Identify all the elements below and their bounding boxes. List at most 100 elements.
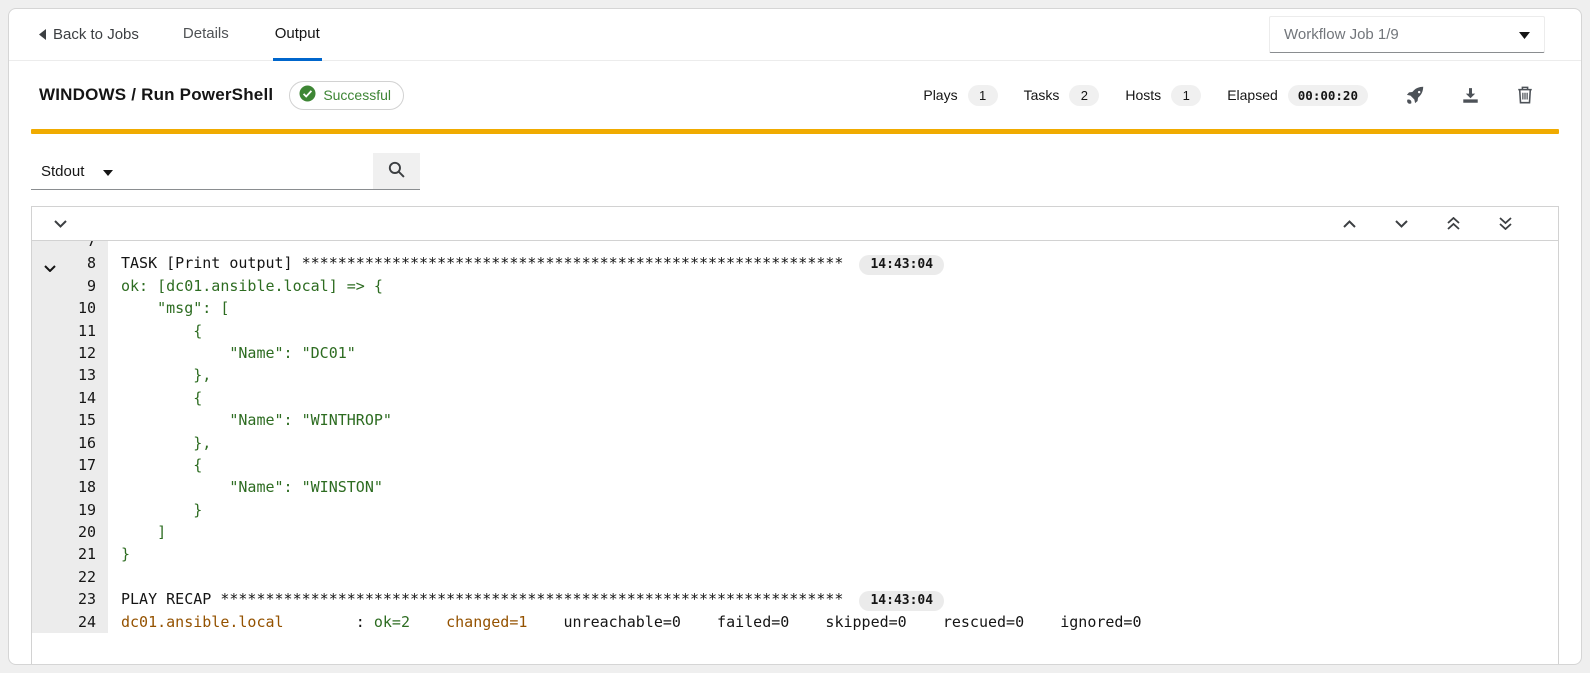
line-number[interactable]: 12 — [78, 344, 96, 362]
line-number[interactable]: 17 — [78, 456, 96, 474]
line-number[interactable]: 19 — [78, 501, 96, 519]
line-number[interactable]: 13 — [78, 366, 96, 384]
console-line: 10 "msg": [ — [32, 297, 1558, 319]
output-search-row: Stdout — [31, 153, 1559, 190]
job-output-page: Back to Jobs Details Output Workflow Job… — [8, 8, 1582, 665]
line-number[interactable]: 23 — [78, 590, 96, 608]
stat-elapsed-label: Elapsed — [1227, 87, 1278, 103]
chevron-down-icon — [54, 220, 67, 228]
console-line: 14 { — [32, 387, 1558, 409]
line-text: }, — [108, 432, 211, 454]
double-chevron-up-icon — [1447, 217, 1460, 230]
workflow-job-select[interactable]: Workflow Job 1/9 — [1269, 16, 1545, 53]
stat-tasks: Tasks 2 — [1024, 85, 1100, 106]
line-text: "Name": "DC01" — [108, 342, 356, 364]
line-number[interactable]: 14 — [78, 389, 96, 407]
line-text: { — [108, 387, 202, 409]
console-line: 13 }, — [32, 364, 1558, 386]
job-status-bar — [31, 129, 1559, 134]
delete-job-button[interactable] — [1513, 82, 1537, 108]
line-gutter: 21 — [32, 543, 108, 565]
download-icon — [1462, 87, 1479, 104]
scroll-controls — [1337, 214, 1518, 233]
line-gutter: 17 — [32, 454, 108, 476]
chevron-up-icon — [1343, 220, 1356, 228]
line-gutter: 9 — [32, 275, 108, 297]
back-to-jobs-label: Back to Jobs — [53, 26, 139, 43]
tab-output-label: Output — [275, 25, 320, 42]
line-gutter: 22 — [32, 566, 108, 588]
stat-tasks-label: Tasks — [1024, 87, 1060, 103]
line-number[interactable]: 9 — [87, 277, 96, 295]
line-gutter: 11 — [32, 320, 108, 342]
console-line: 23 PLAY RECAP ***************************… — [32, 588, 1558, 610]
console-line: 16 }, — [32, 432, 1558, 454]
caret-down-icon — [1519, 26, 1530, 43]
scroll-to-top-button[interactable] — [1441, 214, 1466, 233]
scroll-to-bottom-button[interactable] — [1493, 214, 1518, 233]
line-number[interactable]: 20 — [78, 523, 96, 541]
console-line: 24 dc01.ansible.local : ok=2 changed=1 un… — [32, 611, 1558, 633]
scroll-previous-button[interactable] — [1337, 217, 1362, 231]
line-text: "Name": "WINTHROP" — [108, 409, 392, 431]
stat-plays-label: Plays — [923, 87, 957, 103]
line-number[interactable]: 21 — [78, 545, 96, 563]
expand-collapse-all-button[interactable] — [48, 217, 73, 231]
line-number[interactable]: 16 — [78, 434, 96, 452]
line-text — [108, 566, 121, 588]
stdout-panel-toolbar — [32, 207, 1558, 241]
console-line: 19 } — [32, 499, 1558, 521]
check-circle-icon — [299, 85, 316, 105]
console-line: 18 "Name": "WINSTON" — [32, 476, 1558, 498]
stat-plays-count: 1 — [968, 85, 998, 106]
chevron-down-icon — [1395, 220, 1408, 228]
timestamp-badge: 14:43:04 — [859, 255, 944, 275]
line-text: }, — [108, 364, 211, 386]
line-gutter: 19 — [32, 499, 108, 521]
stat-hosts-label: Hosts — [1125, 87, 1161, 103]
search-input[interactable] — [123, 153, 373, 190]
stdout-panel: 78TASK [Print output] ******************… — [31, 206, 1559, 665]
search-button[interactable] — [373, 153, 420, 190]
line-text: } — [108, 543, 130, 565]
search-icon — [388, 161, 405, 181]
console-line: 22 — [32, 566, 1558, 588]
line-number[interactable]: 11 — [78, 322, 96, 340]
job-action-buttons — [1402, 82, 1537, 108]
scroll-next-button[interactable] — [1389, 217, 1414, 231]
line-number[interactable]: 18 — [78, 478, 96, 496]
line-number[interactable]: 15 — [78, 411, 96, 429]
line-text: "Name": "WINSTON" — [108, 476, 383, 498]
status-badge-label: Successful — [323, 87, 391, 103]
line-number[interactable]: 10 — [78, 299, 96, 317]
stdout-mode-select[interactable]: Stdout — [31, 153, 123, 190]
download-output-button[interactable] — [1458, 83, 1483, 108]
job-title: WINDOWS / Run PowerShell — [39, 85, 273, 105]
stat-tasks-count: 2 — [1069, 85, 1099, 106]
relaunch-button[interactable] — [1402, 82, 1428, 108]
line-text: TASK [Print output] ********************… — [108, 252, 944, 274]
console-line: 17 { — [32, 454, 1558, 476]
line-number[interactable]: 22 — [78, 568, 96, 586]
line-gutter: 13 — [32, 364, 108, 386]
line-text: dc01.ansible.local : ok=2 changed=1 unre… — [108, 611, 1142, 633]
line-gutter: 24 — [32, 611, 108, 633]
tab-details[interactable]: Details — [181, 9, 231, 61]
line-number[interactable]: 24 — [78, 613, 96, 631]
line-number[interactable]: 8 — [87, 254, 96, 272]
console-line: 8 TASK [Print output] *******************… — [32, 252, 1558, 274]
back-to-jobs-link[interactable]: Back to Jobs — [39, 26, 139, 43]
line-text: PLAY RECAP *****************************… — [108, 588, 944, 610]
line-gutter: 12 — [32, 342, 108, 364]
line-gutter: 23 — [32, 588, 108, 610]
line-text: "msg": [ — [108, 297, 229, 319]
stdout-mode-value: Stdout — [41, 163, 84, 180]
console-line: 20 ] — [32, 521, 1558, 543]
tab-output[interactable]: Output — [273, 9, 322, 61]
job-header: WINDOWS / Run PowerShell Successful Play… — [9, 61, 1581, 129]
line-gutter: 18 — [32, 476, 108, 498]
line-gutter: 14 — [32, 387, 108, 409]
line-gutter: 16 — [32, 432, 108, 454]
line-gutter: 10 — [32, 297, 108, 319]
tab-details-label: Details — [183, 25, 229, 42]
